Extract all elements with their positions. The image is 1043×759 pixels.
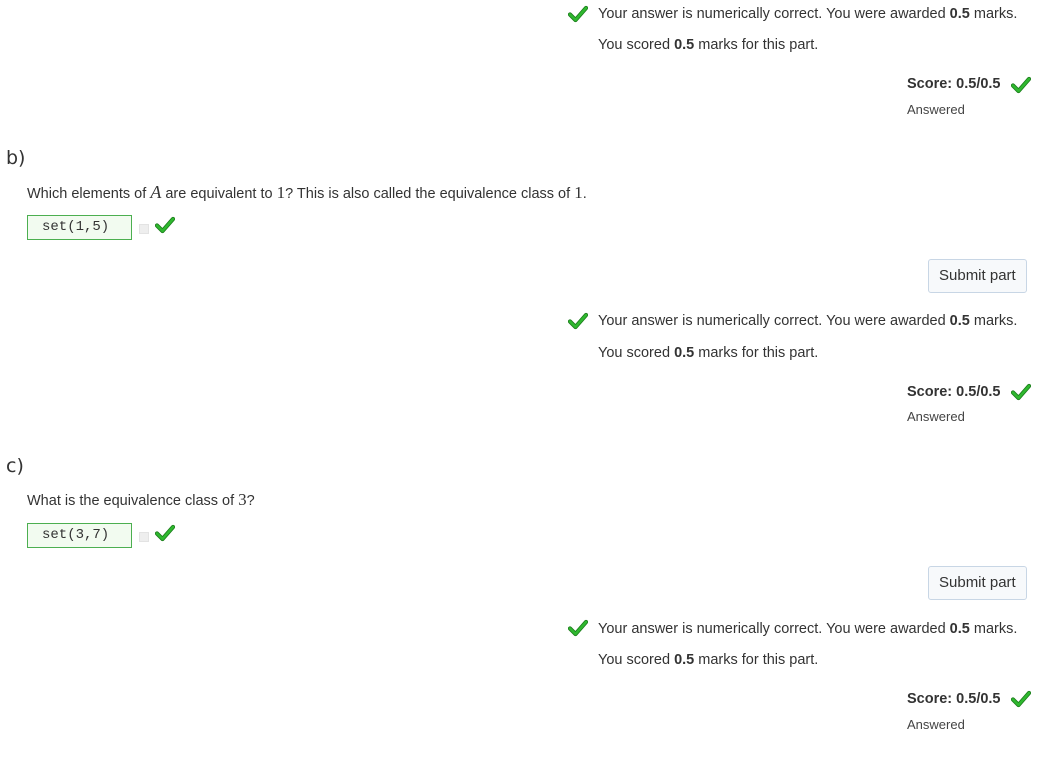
part-score: Score: 0.5/0.5 (907, 76, 1001, 92)
part-score: Score: 0.5/0.5 (907, 691, 1001, 707)
preview-indicator (139, 224, 149, 234)
scored-message: You scored 0.5 marks for this part. (598, 652, 819, 668)
answered-status: Answered (907, 102, 965, 117)
answered-status: Answered (907, 409, 965, 424)
part-label: b) (6, 147, 26, 169)
feedback-message: Your answer is numerically correct. You … (598, 6, 1018, 22)
question-prompt: What is the equivalence class of 3? (27, 490, 255, 509)
check-icon (568, 619, 588, 637)
question-prompt: Which elements of A are equivalent to 1?… (27, 182, 587, 202)
check-icon (568, 312, 588, 330)
submit-part-button[interactable]: Submit part (928, 566, 1027, 600)
feedback-message: Your answer is numerically correct. You … (598, 621, 1018, 637)
scored-message: You scored 0.5 marks for this part. (598, 37, 819, 53)
part-score: Score: 0.5/0.5 (907, 384, 1001, 400)
check-icon (568, 5, 588, 23)
check-icon (1011, 383, 1031, 401)
answer-input[interactable]: set(3,7) (27, 523, 132, 548)
answer-input[interactable]: set(1,5) (27, 215, 132, 240)
feedback-message: Your answer is numerically correct. You … (598, 313, 1018, 329)
preview-indicator (139, 532, 149, 542)
scored-message: You scored 0.5 marks for this part. (598, 345, 819, 361)
answered-status: Answered (907, 717, 965, 732)
check-icon (1011, 76, 1031, 94)
part-label: c) (6, 455, 24, 477)
check-icon (155, 524, 175, 542)
check-icon (155, 216, 175, 234)
submit-part-button[interactable]: Submit part (928, 259, 1027, 293)
check-icon (1011, 690, 1031, 708)
